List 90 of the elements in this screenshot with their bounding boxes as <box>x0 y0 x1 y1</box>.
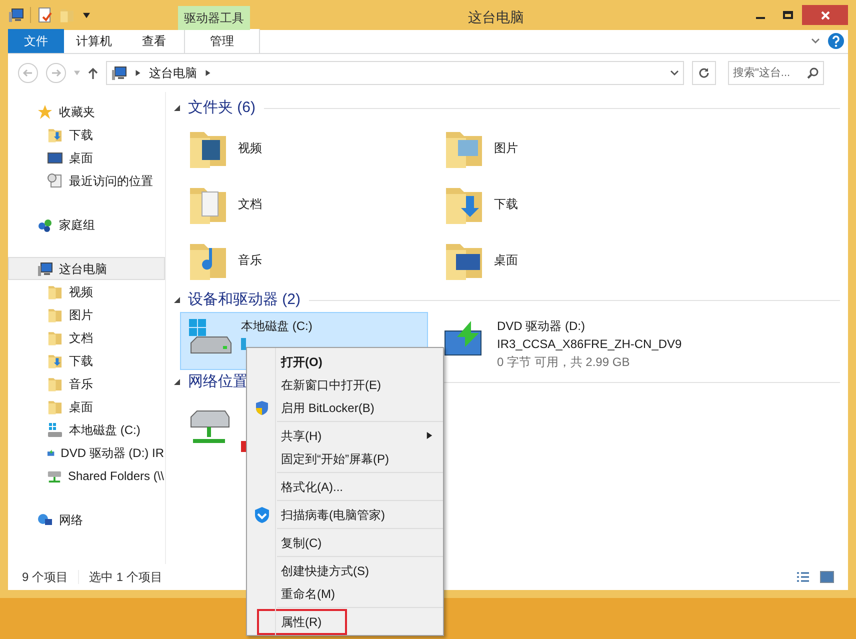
sidebar-item[interactable]: 图片 <box>8 303 165 326</box>
menu-item[interactable]: 打开(O) <box>277 350 326 372</box>
menu-item[interactable]: 固定到“开始”屏幕(P) <box>277 448 393 470</box>
section-title: 网络位置 <box>188 372 248 392</box>
sidebar-item[interactable]: 本地磁盘 (C:) <box>8 418 165 441</box>
address-bar[interactable]: 这台电脑 <box>106 61 684 85</box>
sidebar-item[interactable]: 下载 <box>8 349 165 372</box>
sidebar-item[interactable]: Shared Folders (\\ <box>8 464 165 487</box>
ribbon-tab[interactable]: 管理 <box>184 29 260 53</box>
search-field[interactable]: 搜索"这台... <box>728 61 824 85</box>
folder-folder-icon <box>59 7 75 23</box>
sidebar-item[interactable]: 下载 <box>8 123 165 146</box>
dropdown-arrow-icon[interactable] <box>83 12 90 18</box>
network-icon <box>37 512 53 528</box>
menu-item[interactable]: 在新窗口中打开(E) <box>277 374 385 396</box>
search-icon <box>807 67 819 79</box>
refresh-icon <box>698 67 710 79</box>
address-path: 这台电脑 <box>149 65 197 82</box>
folder-folder-icon <box>47 376 63 392</box>
folder-tile[interactable]: 视频 <box>186 120 442 176</box>
tiles-view-icon[interactable] <box>820 571 834 583</box>
drive-tile[interactable]: DVD 驱动器 (D:) IR3_CCSA_X86FRE_ZH-CN_DV9 0 字节 可用，共 2.99 GB <box>436 312 684 370</box>
clock-document-icon <box>47 172 63 188</box>
sidebar-item[interactable]: 视频 <box>8 280 165 303</box>
ribbon-tab[interactable]: 计算机 <box>64 29 124 53</box>
folder-tile[interactable]: 桌面 <box>442 232 698 288</box>
window-title: 这台电脑 <box>468 8 524 27</box>
menu-item[interactable]: 扫描病毒(电脑管家) <box>277 504 389 526</box>
drive-space: 0 字节 可用，共 2.99 GB <box>497 354 631 371</box>
chevron-right-icon <box>135 70 141 76</box>
menu-item[interactable]: 共享(H) <box>277 424 443 446</box>
sidebar-item[interactable]: 桌面 <box>8 146 165 169</box>
homegroup-icon <box>37 216 53 232</box>
section-title: 文件夹 (6) <box>188 98 256 118</box>
sidebar-item[interactable]: DVD 驱动器 (D:) IR <box>8 441 165 464</box>
shield-check-icon <box>253 506 271 524</box>
drive-name: DVD 驱动器 (D:) <box>497 318 586 335</box>
download-folder-icon <box>47 126 63 142</box>
menu-item[interactable]: 复制(C) <box>277 532 326 554</box>
drive-label: IR3_CCSA_X86FRE_ZH-CN_DV9 <box>497 336 682 353</box>
sidebar-item[interactable]: 最近访问的位置 <box>8 169 165 192</box>
drive-name: 本地磁盘 (C:) <box>241 318 312 335</box>
menu-item[interactable]: 格式化(A)... <box>277 476 347 498</box>
contextual-tab-header: 驱动器工具 <box>178 6 250 30</box>
up-arrow-icon[interactable] <box>88 67 98 79</box>
folder-folder-icon <box>47 330 63 346</box>
star-icon <box>37 104 53 120</box>
refresh-button[interactable] <box>692 61 716 85</box>
computer-icon <box>8 7 24 23</box>
menu-item[interactable]: 重命名(M) <box>277 582 339 604</box>
menu-item[interactable]: 创建快捷方式(S) <box>277 560 373 582</box>
properties-icon[interactable] <box>37 7 53 23</box>
collapse-triangle-icon[interactable] <box>174 379 180 385</box>
collapse-triangle-icon[interactable] <box>174 105 180 111</box>
folder-tile[interactable]: 文档 <box>186 176 442 232</box>
chevron-down-icon[interactable] <box>670 70 679 76</box>
item-count: 9 个项目 <box>22 569 68 586</box>
menu-item[interactable]: 启用 BitLocker(B) <box>277 396 378 418</box>
chevron-down-icon[interactable] <box>811 38 820 44</box>
submenu-arrow-icon <box>426 432 433 439</box>
folder-folder-icon <box>47 284 63 300</box>
help-icon[interactable] <box>828 33 844 49</box>
shield-icon <box>254 400 270 416</box>
details-view-icon[interactable] <box>796 571 810 583</box>
sidebar-item[interactable]: 家庭组 <box>8 213 165 236</box>
section-title: 设备和驱动器 (2) <box>188 290 300 310</box>
folder-folder-icon <box>47 306 63 322</box>
close-icon <box>820 10 830 20</box>
menu-item[interactable]: 属性(R) <box>259 610 345 632</box>
ribbon-tab[interactable]: 文件 <box>8 29 64 53</box>
sidebar-item[interactable]: 桌面 <box>8 395 165 418</box>
close-button[interactable] <box>802 5 848 25</box>
download-folder-icon <box>47 352 63 368</box>
sidebar-item[interactable]: 这台电脑 <box>8 257 165 280</box>
sidebar-item[interactable]: 收藏夹 <box>8 100 165 123</box>
folder-tile[interactable]: 图片 <box>442 120 698 176</box>
chevron-right-icon <box>205 70 211 76</box>
drive-icon <box>47 422 63 438</box>
ribbon-tab[interactable]: 查看 <box>124 29 184 53</box>
sidebar-item[interactable]: 音乐 <box>8 372 165 395</box>
folder-folder-icon <box>47 398 63 414</box>
folder-tile[interactable]: 下载 <box>442 176 698 232</box>
collapse-triangle-icon[interactable] <box>174 297 180 303</box>
selection-count: 选中 1 个项目 <box>89 569 162 586</box>
computer-icon <box>111 65 127 81</box>
folder-tile[interactable]: 音乐 <box>186 232 442 288</box>
computer-icon <box>37 260 53 276</box>
sidebar-item[interactable]: 网络 <box>8 508 165 531</box>
monitor-icon <box>47 150 63 166</box>
sidebar-item[interactable]: 文档 <box>8 326 165 349</box>
